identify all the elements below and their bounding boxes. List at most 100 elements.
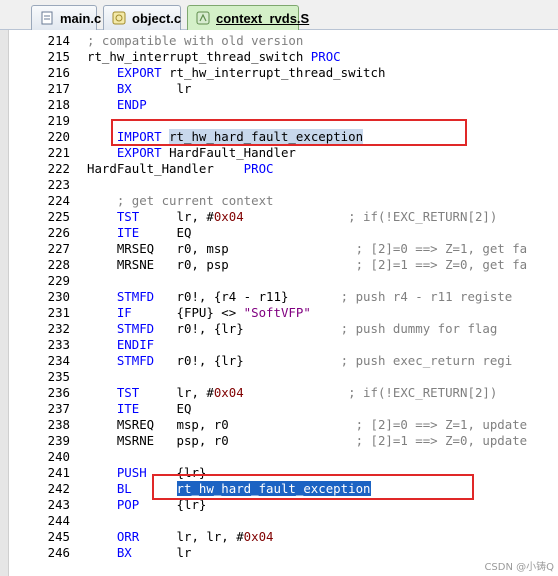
tab-context-rvds-s[interactable]: context_rvds.S <box>187 5 309 30</box>
tab-label: object.c <box>132 10 182 26</box>
code-line[interactable]: 228 MRSNE r0, psp ; [2]=1 ==> Z=0, get f… <box>0 257 558 273</box>
code-line[interactable]: 217 BX lr <box>0 81 558 97</box>
code-line[interactable]: 227 MRSEQ r0, msp ; [2]=0 ==> Z=1, get f… <box>0 241 558 257</box>
line-number: 231 <box>47 305 70 320</box>
code-text: HardFault_Handler PROC <box>87 161 274 177</box>
code-line[interactable]: 240 <box>0 449 558 465</box>
code-text: BX lr <box>87 545 192 561</box>
code-text: MSRNE psp, r0 ; [2]=1 ==> Z=0, update <box>87 433 527 449</box>
code-line[interactable]: 215 rt_hw_interrupt_thread_switch PROC <box>0 49 558 65</box>
keyword-token: TST <box>116 385 140 400</box>
line-number: 220 <box>47 129 70 144</box>
code-line[interactable]: 218 ENDP <box>0 97 558 113</box>
line-number: 225 <box>47 209 70 224</box>
line-number: 232 <box>47 321 70 336</box>
keyword-token: EXPORT <box>116 65 162 80</box>
c-file-icon <box>112 11 126 26</box>
code-line[interactable]: 231 IF {FPU} <> "SoftVFP" <box>0 305 558 321</box>
line-number: 241 <box>47 465 70 480</box>
code-token: rt_hw_interrupt_thread_switch <box>161 65 386 80</box>
code-line[interactable]: 230 STMFD r0!, {r4 - r11} ; push r4 - r1… <box>0 289 558 305</box>
code-line[interactable]: 216 EXPORT rt_hw_interrupt_thread_switch <box>0 65 558 81</box>
code-text: MRSNE r0, psp ; [2]=1 ==> Z=0, get fa <box>87 257 527 273</box>
line-number: 234 <box>47 353 70 368</box>
line-number: 237 <box>47 401 70 416</box>
code-line[interactable]: 232 STMFD r0!, {lr} ; push dummy for fla… <box>0 321 558 337</box>
code-line[interactable]: 239 MSRNE psp, r0 ; [2]=1 ==> Z=0, updat… <box>0 433 558 449</box>
code-text: ; get current context <box>87 193 274 209</box>
code-line[interactable]: 234 STMFD r0!, {lr} ; push exec_return r… <box>0 353 558 369</box>
code-line[interactable]: 222 HardFault_Handler PROC <box>0 161 558 177</box>
code-token: lr, # <box>139 385 214 400</box>
code-line[interactable]: 236 TST lr, #0x04 ; if(!EXC_RETURN[2]) <box>0 385 558 401</box>
code-text: ENDIF <box>87 337 154 353</box>
code-token: lr <box>131 81 192 96</box>
line-number: 242 <box>47 481 70 496</box>
code-line[interactable]: 223 <box>0 177 558 193</box>
comment-token: ; push dummy for flag <box>340 321 498 336</box>
code-editor[interactable]: 214 ; compatible with old version 215 rt_hw… <box>0 30 558 576</box>
line-number: 221 <box>47 145 70 160</box>
line-number: 245 <box>47 529 70 544</box>
code-line[interactable]: 237 ITE EQ <box>0 401 558 417</box>
code-token: {FPU} <> <box>131 305 244 320</box>
tab-label: context_rvds.S <box>216 10 310 26</box>
code-token: MRSEQ r0, msp <box>87 241 356 256</box>
asm-file-icon <box>196 11 210 26</box>
comment-token: ; if(!EXC_RETURN[2]) <box>348 209 498 224</box>
editor-tab-bar: main.c object.c context_rvds.S <box>0 0 558 30</box>
code-line[interactable]: 224 ; get current context <box>0 193 558 209</box>
code-token: EQ <box>139 225 192 240</box>
line-number: 244 <box>47 513 70 528</box>
code-line[interactable]: 221 EXPORT HardFault_Handler <box>0 145 558 161</box>
code-line[interactable]: 235 <box>0 369 558 385</box>
comment-token: ; push exec_return regi <box>340 353 513 368</box>
code-text: EXPORT HardFault_Handler <box>87 145 296 161</box>
code-text: TST lr, #0x04 ; if(!EXC_RETURN[2]) <box>87 209 497 225</box>
c-file-icon <box>40 11 54 26</box>
line-number: 224 <box>47 193 70 208</box>
code-text: ORR lr, lr, #0x04 <box>87 529 274 545</box>
keyword-token: EXPORT <box>116 145 162 160</box>
keyword-token: BL <box>116 481 132 496</box>
code-token: r0!, {lr} <box>154 321 341 336</box>
keyword-token: IF <box>116 305 132 320</box>
code-line[interactable]: 214 ; compatible with old version <box>0 33 558 49</box>
string-token: "SoftVFP" <box>243 305 311 320</box>
keyword-token: PROC <box>243 161 274 176</box>
code-text: ITE EQ <box>87 225 192 241</box>
code-token: EQ <box>139 401 192 416</box>
keyword-token: ENDIF <box>116 337 155 352</box>
line-number: 219 <box>47 113 70 128</box>
code-token: HardFault_Handler <box>161 145 296 160</box>
code-token: MSRNE psp, r0 <box>87 433 356 448</box>
line-number: 238 <box>47 417 70 432</box>
code-line[interactable]: 233 ENDIF <box>0 337 558 353</box>
code-line[interactable]: 225 TST lr, #0x04 ; if(!EXC_RETURN[2]) <box>0 209 558 225</box>
code-text: EXPORT rt_hw_interrupt_thread_switch <box>87 65 386 81</box>
code-line[interactable]: 226 ITE EQ <box>0 225 558 241</box>
keyword-token: STMFD <box>116 353 155 368</box>
code-line[interactable]: 229 <box>0 273 558 289</box>
code-line[interactable]: 246 BX lr <box>0 545 558 561</box>
code-line[interactable]: 244 <box>0 513 558 529</box>
line-number: 218 <box>47 97 70 112</box>
tab-object-c[interactable]: object.c <box>103 5 181 30</box>
code-line[interactable]: 245 ORR lr, lr, #0x04 <box>0 529 558 545</box>
number-token: 0x04 <box>213 385 244 400</box>
code-line[interactable]: 238 MSREQ msp, r0 ; [2]=0 ==> Z=1, updat… <box>0 417 558 433</box>
line-number: 217 <box>47 81 70 96</box>
tab-main-c[interactable]: main.c <box>31 5 101 30</box>
